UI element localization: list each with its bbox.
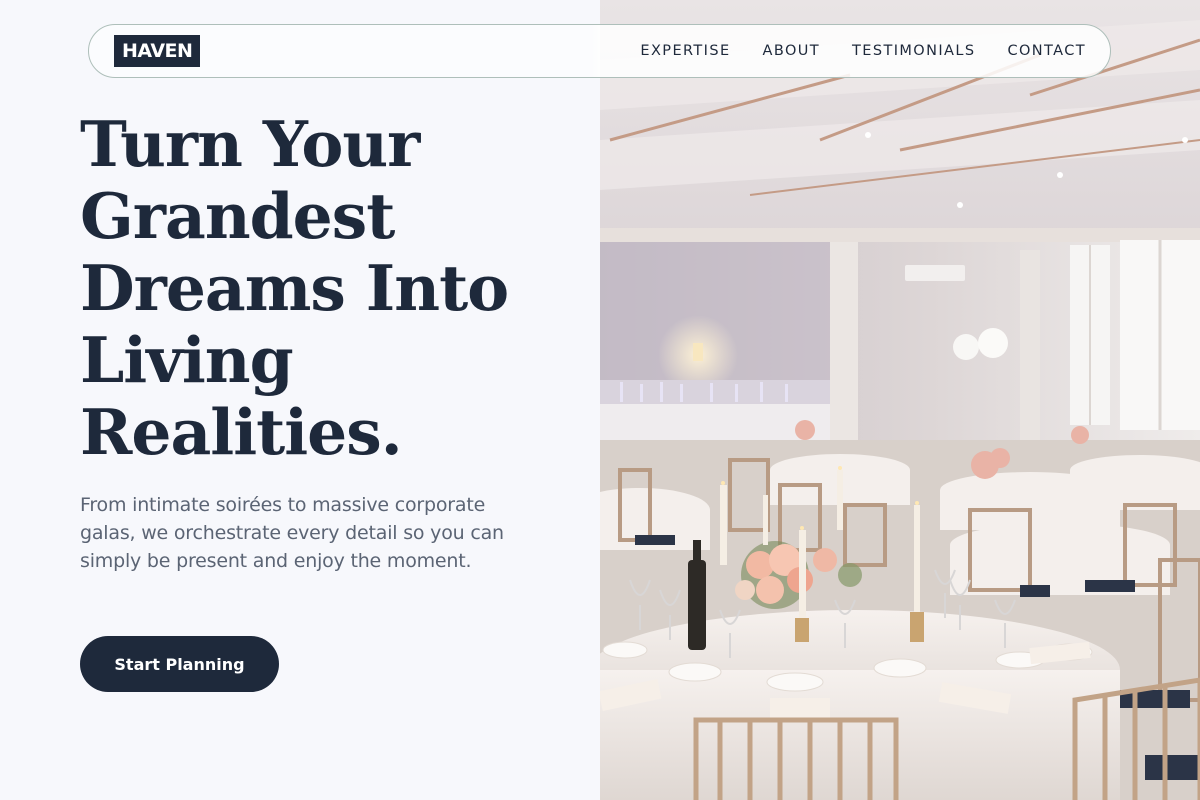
nav-link-contact[interactable]: CONTACT	[1007, 43, 1086, 59]
nav-links: EXPERTISE ABOUT TESTIMONIALS CONTACT	[640, 43, 1086, 59]
hero-title: Turn Your Grandest Dreams Into Living Re…	[80, 107, 509, 469]
hero-photo	[600, 0, 1200, 800]
nav-link-testimonials[interactable]: TESTIMONIALS	[852, 43, 975, 59]
nav-link-about[interactable]: ABOUT	[763, 43, 821, 59]
hero-description: From intimate soirées to massive corpora…	[80, 494, 504, 572]
start-planning-button[interactable]: Start Planning	[80, 636, 279, 692]
nav-link-expertise[interactable]: EXPERTISE	[640, 43, 730, 59]
logo[interactable]: HAVEN	[114, 35, 201, 67]
navbar: HAVEN EXPERTISE ABOUT TESTIMONIALS CONTA…	[88, 24, 1111, 78]
